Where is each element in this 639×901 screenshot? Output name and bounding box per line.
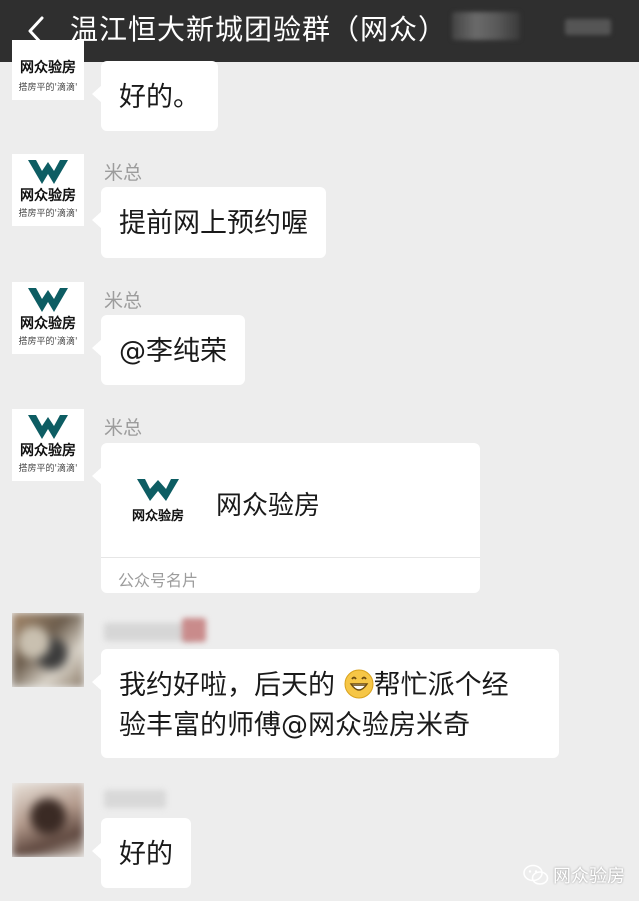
sender-name: 米总 xyxy=(104,162,143,184)
card-title: 网众验房 xyxy=(216,491,321,521)
message-text: 我约好啦，后天的 xyxy=(119,670,344,701)
redacted-member-count xyxy=(452,12,520,40)
sender-avatar-logo[interactable]: 网众验房 搭房平的'滴滴' xyxy=(12,154,84,226)
svg-text:网众验房: 网众验房 xyxy=(20,315,76,332)
logo-slogan-text: 搭房平的'滴滴' xyxy=(19,81,78,93)
sender-avatar-logo[interactable]: 网众验房 搭房平的'滴滴' xyxy=(12,40,84,100)
more-options-button[interactable] xyxy=(565,19,611,35)
redacted-sender-name xyxy=(182,618,206,642)
svg-text:搭房平的'滴滴': 搭房平的'滴滴' xyxy=(19,335,78,347)
message-text: 验丰富的师傅@网众验房米奇 xyxy=(119,710,470,741)
svg-text:网众验房: 网众验房 xyxy=(20,442,76,459)
message-bubble[interactable]: 我约好啦，后天的 帮忙派个经 验丰富的师傅@网众验房米奇 xyxy=(92,649,559,758)
svg-text:搭房平的'滴滴': 搭房平的'滴滴' xyxy=(19,462,78,474)
wechat-icon xyxy=(523,864,549,885)
sender-name: 米总 xyxy=(104,417,143,439)
redacted-sender-name xyxy=(104,623,194,641)
svg-text:搭房平的'滴滴': 搭房平的'滴滴' xyxy=(19,207,78,219)
sender-avatar-photo[interactable] xyxy=(12,783,84,857)
card-divider xyxy=(101,557,480,558)
card-logo: 网众验房 xyxy=(125,475,191,525)
svg-text:网众验房: 网众验房 xyxy=(20,187,76,204)
watermark: 网众验房 xyxy=(523,862,625,888)
sender-name: 米总 xyxy=(104,290,143,312)
sender-avatar-logo[interactable]: 网众验房 搭房平的'滴滴' xyxy=(12,282,84,354)
sender-avatar-logo[interactable]: 网众验房 搭房平的'滴滴' xyxy=(12,409,84,481)
message-text: 帮忙派个经 xyxy=(373,670,509,701)
message-bubble[interactable]: 好的 xyxy=(92,818,191,888)
sender-avatar-photo[interactable] xyxy=(12,613,84,687)
official-account-card[interactable]: 网众验房 网众验房 公众号名片 xyxy=(92,443,480,593)
grin-emoji-icon xyxy=(344,669,374,699)
message-bubble[interactable]: 提前网上预约喔 xyxy=(92,187,326,258)
message-bubble[interactable]: @李纯荣 xyxy=(92,315,245,385)
chat-title: 温江恒大新城团验群（网众） xyxy=(70,13,448,46)
message-bubble[interactable]: 好的。 xyxy=(92,61,218,131)
redacted-sender-name xyxy=(104,790,166,808)
svg-text:网众验房: 网众验房 xyxy=(132,508,184,524)
logo-brand-text: 网众验房 xyxy=(20,59,76,76)
card-footer-label: 公众号名片 xyxy=(118,571,199,590)
chat-header: 温江恒大新城团验群（网众） xyxy=(0,0,639,62)
watermark-text: 网众验房 xyxy=(553,866,625,887)
